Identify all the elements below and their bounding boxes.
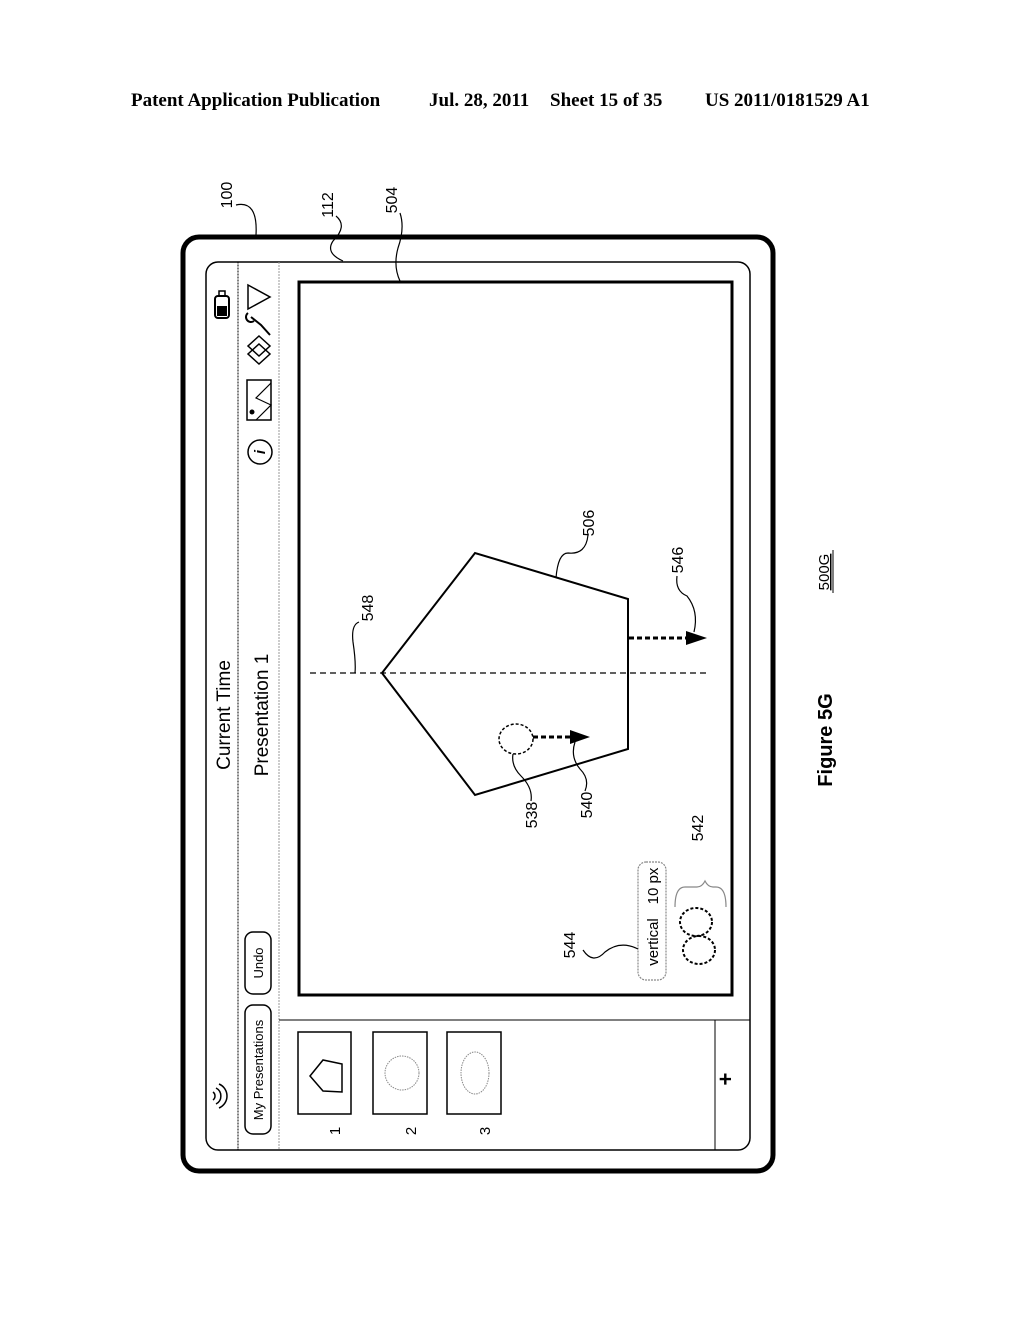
ref-542: 542 — [690, 815, 707, 842]
slide-thumbnail-3[interactable] — [446, 1031, 502, 1115]
slide-thumbnail-2[interactable] — [372, 1031, 428, 1115]
figure-id: 500G — [816, 554, 833, 591]
patent-figure: Current Time i Presentation 1 Undo My Pr… — [180, 182, 837, 1174]
ref-548: 548 — [360, 595, 377, 622]
ref-506: 506 — [581, 510, 598, 537]
slide-number-2: 2 — [403, 1127, 420, 1135]
slide-canvas[interactable] — [297, 280, 734, 997]
ref-100: 100 — [219, 182, 236, 209]
slide-thumbnail-1[interactable] — [297, 1031, 352, 1115]
undo-button[interactable]: Undo — [244, 931, 272, 995]
layers-icon[interactable] — [246, 334, 272, 366]
presentation-title: Presentation 1 — [252, 654, 273, 777]
ref-540: 540 — [579, 792, 596, 819]
ref-504: 504 — [384, 187, 401, 214]
callout-orientation: vertical — [645, 918, 662, 966]
svg-text:Undo: Undo — [251, 947, 266, 978]
ref-538: 538 — [524, 802, 541, 829]
add-slide-button[interactable]: + — [713, 1073, 738, 1086]
media-icon[interactable] — [246, 379, 273, 421]
ref-544: 544 — [562, 932, 579, 959]
slide-number-3: 3 — [477, 1127, 494, 1135]
slide-number-1: 1 — [327, 1127, 344, 1135]
wifi-icon — [212, 1083, 228, 1109]
leader-100 — [235, 203, 257, 236]
wrench-icon[interactable] — [245, 312, 271, 336]
figure-title: Figure 5G — [815, 693, 837, 786]
battery-icon — [214, 290, 230, 319]
leader-504 — [395, 212, 403, 282]
play-icon[interactable] — [247, 283, 272, 311]
svg-text:My Presentations: My Presentations — [251, 1019, 266, 1120]
offset-callout: vertical 10 px — [637, 861, 667, 981]
ref-112: 112 — [320, 192, 337, 218]
callout-offset: 10 px — [645, 867, 662, 904]
current-time: Current Time — [214, 660, 235, 770]
info-icon[interactable]: i — [247, 439, 273, 465]
ref-546: 546 — [670, 547, 687, 574]
svg-text:i: i — [252, 449, 269, 454]
my-presentations-button[interactable]: My Presentations — [244, 1004, 272, 1135]
